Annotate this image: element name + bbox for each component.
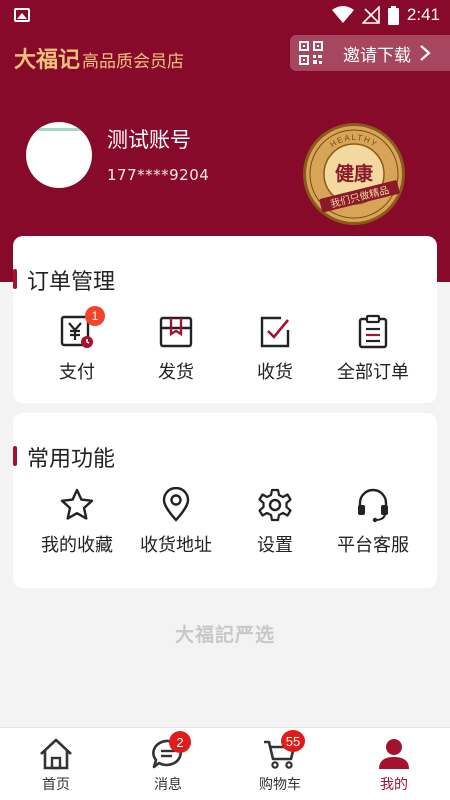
order-receive-label: 收货 — [257, 362, 293, 383]
home-icon — [40, 738, 72, 770]
all-orders-label: 全部订单 — [337, 362, 409, 383]
footer-brand-text: 大福記严选 — [174, 624, 275, 646]
brand-logo: 大福记 高品质会员店 — [14, 42, 185, 73]
address-label: 收货地址 — [140, 535, 212, 556]
order-pay-label: 支付 — [59, 362, 95, 383]
section-accent-bar — [13, 446, 17, 466]
all-orders-button[interactable]: 全部订单 — [323, 314, 423, 394]
health-seal-badge: HEALTHY 健康 我们只做精品 — [303, 123, 405, 225]
phone-number: 177****9204 — [107, 166, 210, 184]
user-icon — [379, 739, 409, 769]
common-functions-card: 常用功能 我的收藏 收货地址 设置 平台客服 — [13, 413, 437, 588]
pay-badge: 1 — [85, 306, 105, 326]
gallery-notification-icon — [14, 8, 30, 22]
order-management-card: 订单管理 1 支付 发货 收货 全部订单 — [13, 236, 437, 403]
messages-badge: 2 — [169, 731, 191, 753]
cart-badge: 55 — [281, 730, 305, 752]
order-pay-button[interactable]: 1 支付 — [27, 306, 127, 394]
clock: 2:41 — [406, 5, 440, 24]
settings-label: 设置 — [257, 535, 293, 556]
battery-icon — [387, 5, 399, 25]
order-ship-button[interactable]: 发货 — [126, 314, 226, 394]
tab-home-label: 首页 — [42, 777, 70, 793]
receive-check-icon — [260, 316, 290, 348]
status-bar: 2:41 — [0, 0, 450, 30]
headset-icon — [358, 488, 388, 523]
brand-logo-text: 大福记 — [14, 47, 81, 73]
tab-messages[interactable]: 2 消息 — [112, 728, 224, 800]
invite-download-button[interactable]: 邀请下载 — [290, 35, 450, 71]
shipping-box-icon — [159, 316, 193, 348]
username[interactable]: 测试账号 — [107, 124, 191, 154]
star-icon — [60, 488, 94, 520]
tab-messages-label: 消息 — [154, 777, 182, 793]
customer-service-label: 平台客服 — [337, 535, 409, 556]
settings-button[interactable]: 设置 — [225, 487, 325, 567]
order-receive-button[interactable]: 收货 — [225, 314, 325, 394]
customer-service-button[interactable]: 平台客服 — [323, 487, 423, 567]
common-functions-title: 常用功能 — [27, 447, 116, 472]
section-accent-bar — [13, 269, 17, 289]
invite-download-label: 邀请下载 — [343, 45, 411, 66]
tab-cart[interactable]: 55 购物车 — [224, 728, 336, 800]
gear-icon — [258, 488, 292, 522]
order-ship-label: 发货 — [158, 362, 194, 383]
bottom-tab-bar: 首页 2 消息 55 购物车 我的 — [0, 727, 450, 800]
tab-cart-label: 购物车 — [259, 777, 301, 793]
no-signal-icon — [361, 6, 380, 24]
order-list-icon — [358, 314, 388, 349]
tab-mine[interactable]: 我的 — [338, 728, 450, 800]
tab-home[interactable]: 首页 — [0, 728, 112, 800]
avatar[interactable] — [26, 122, 92, 188]
tab-mine-label: 我的 — [380, 777, 408, 793]
order-management-title: 订单管理 — [27, 270, 116, 295]
wifi-icon — [331, 6, 354, 23]
favorites-button[interactable]: 我的收藏 — [27, 487, 127, 567]
brand-slogan: 高品质会员店 — [82, 52, 185, 72]
address-button[interactable]: 收货地址 — [126, 487, 226, 567]
seal-main-text: 健康 — [335, 162, 374, 185]
chevron-right-icon — [420, 45, 431, 61]
qr-code-icon — [299, 41, 323, 65]
favorites-label: 我的收藏 — [41, 535, 113, 556]
location-pin-icon — [162, 487, 190, 522]
